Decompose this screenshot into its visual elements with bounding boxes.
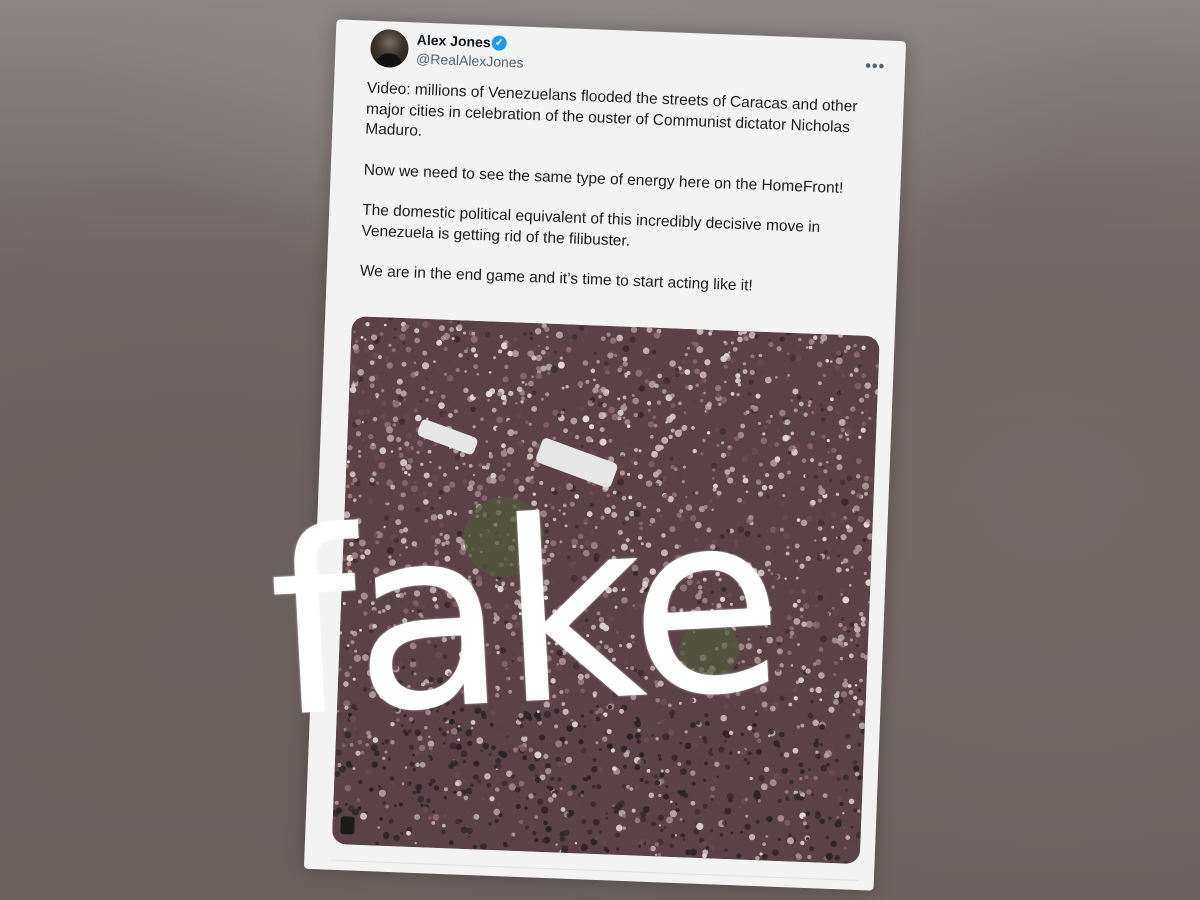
video-play-icon[interactable] bbox=[340, 816, 355, 835]
more-options-icon[interactable]: ••• bbox=[865, 58, 885, 77]
author-handle[interactable]: @RealAlexJones bbox=[416, 50, 524, 70]
tweet-paragraph: The domestic political equivalent of thi… bbox=[361, 201, 821, 250]
author-name[interactable]: Alex Jones bbox=[417, 31, 491, 50]
tweet-paragraph: Video: millions of Venezuelans flooded t… bbox=[365, 79, 858, 140]
tweet-paragraph: Now we need to see the same type of ener… bbox=[363, 161, 844, 197]
fake-stamp-overlay: fake bbox=[262, 455, 785, 773]
verified-badge-icon: ✓ bbox=[491, 35, 508, 51]
avatar[interactable] bbox=[369, 28, 410, 69]
tweet-text: Video: millions of Venezuelans flooded t… bbox=[359, 79, 887, 322]
tweet-paragraph: We are in the end game and it’s time to … bbox=[359, 262, 754, 295]
